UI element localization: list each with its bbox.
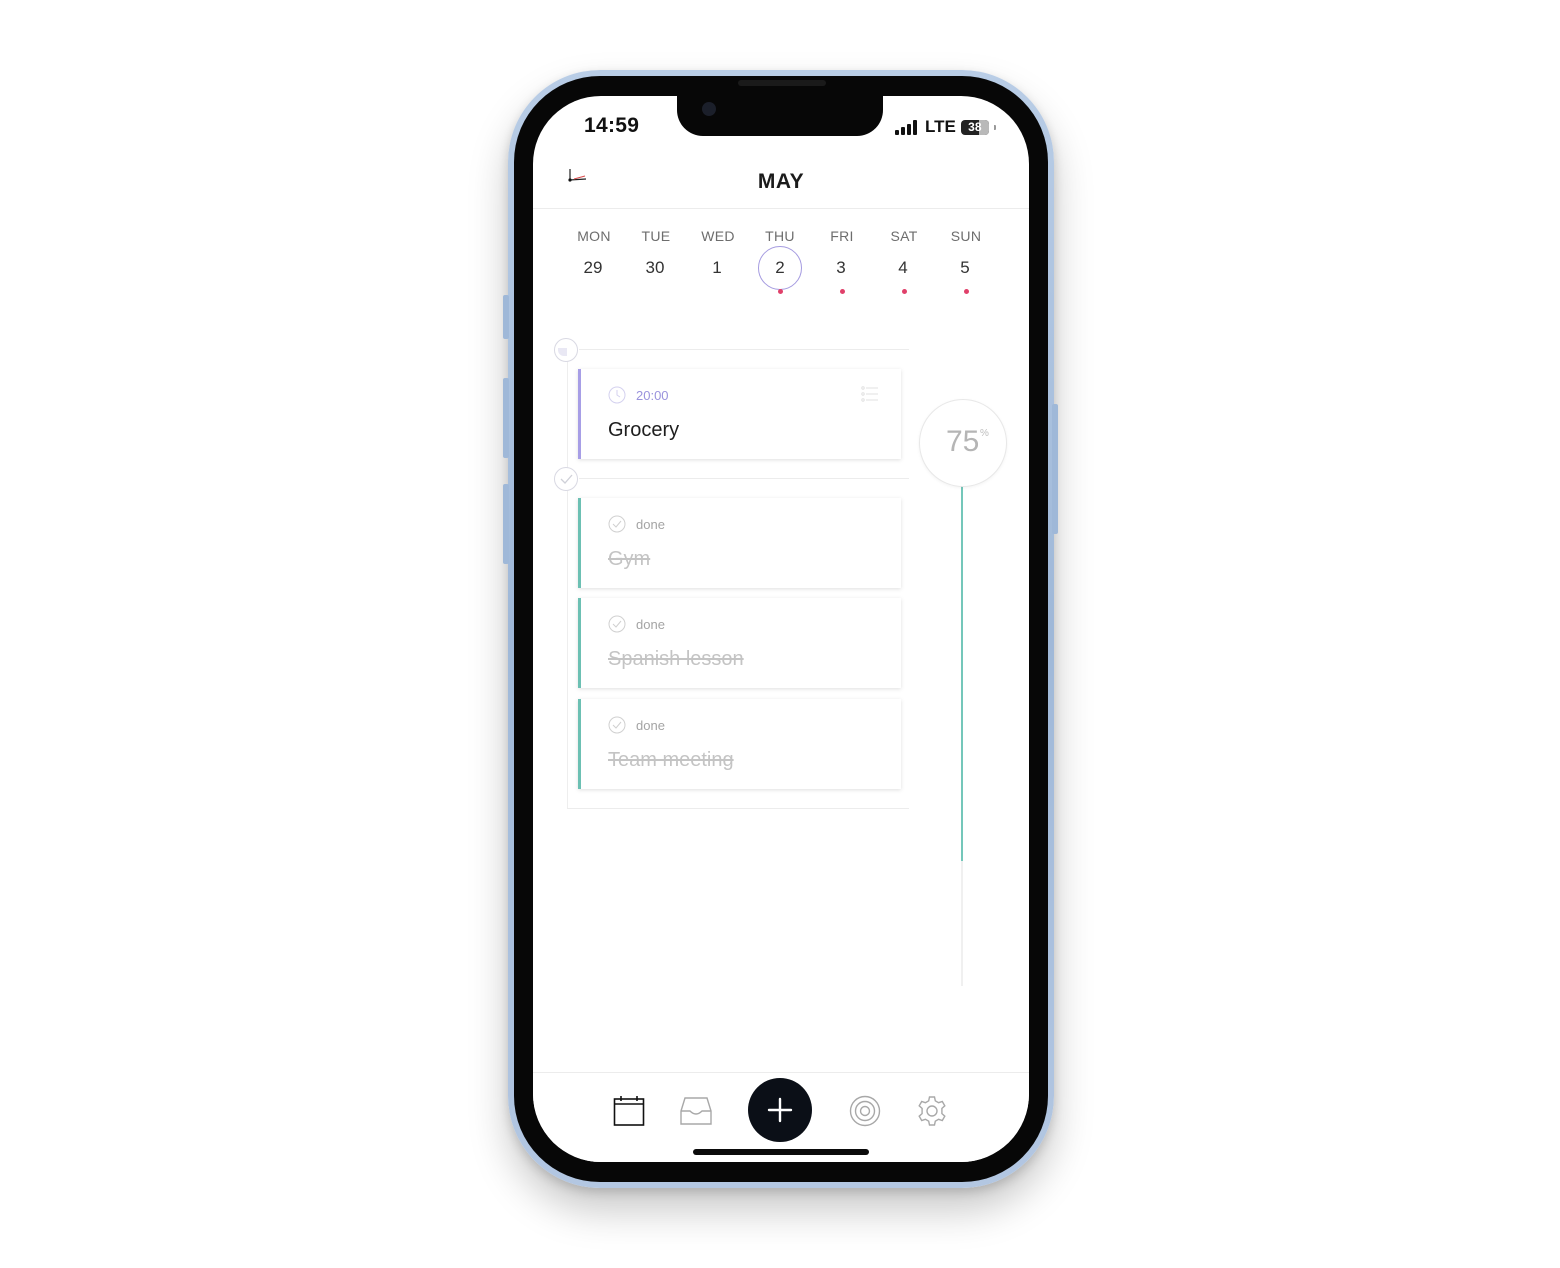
front-camera [702, 102, 716, 116]
notch [677, 96, 883, 136]
battery-level: 38 [968, 120, 982, 134]
day-number: 4 [898, 258, 908, 277]
check-circle-icon [608, 515, 626, 533]
goal-target-icon[interactable] [849, 1095, 881, 1127]
task-status: done [636, 717, 665, 733]
day-number: 30 [645, 258, 665, 277]
day-wed[interactable]: WED 1 [688, 228, 748, 277]
task-dot [778, 289, 783, 294]
done-section-divider [579, 478, 909, 479]
pending-section-divider [579, 349, 909, 350]
inbox-icon[interactable] [680, 1095, 712, 1127]
calendar-icon[interactable] [613, 1095, 645, 1127]
network-type: LTE [925, 117, 956, 136]
day-fri[interactable]: FRI 3 [812, 228, 872, 294]
day-name: MON [577, 228, 611, 244]
task-card-gym[interactable]: done Gym [578, 498, 901, 588]
battery-icon: 38 [960, 119, 989, 135]
timeline-line [567, 358, 568, 808]
signal-icon [895, 119, 917, 135]
task-title: Spanish lesson [608, 648, 744, 670]
task-dot [902, 289, 907, 294]
task-time: 20:00 [636, 387, 669, 403]
side-button-volume-down [503, 484, 509, 564]
day-name: FRI [830, 228, 854, 244]
tasks-end-divider [567, 808, 909, 809]
task-title: Team meeting [608, 749, 734, 771]
task-meta: 20:00 [608, 386, 669, 404]
progress-value: 75 [946, 425, 980, 458]
check-circle-icon [608, 716, 626, 734]
day-tue[interactable]: TUE 30 [626, 228, 686, 277]
speaker-grille [738, 80, 826, 86]
check-circle-icon [608, 615, 626, 633]
day-thu[interactable]: THU 2 [750, 228, 810, 294]
day-mon[interactable]: MON 29 [564, 228, 624, 277]
day-number-selected: 2 [758, 246, 802, 290]
day-name: SUN [950, 228, 982, 244]
task-meta: done [608, 615, 665, 633]
task-dot [840, 289, 845, 294]
status-indicators: LTE 38 [895, 116, 996, 138]
settings-gear-icon[interactable] [916, 1095, 948, 1127]
day-number: 1 [712, 258, 722, 277]
battery-tip [993, 124, 996, 130]
task-card-spanish-lesson[interactable]: done Spanish lesson [578, 598, 901, 688]
status-time: 14:59 [584, 114, 640, 137]
day-number: 5 [960, 258, 970, 277]
day-sat[interactable]: SAT 4 [874, 228, 934, 294]
phone-screen: 14:59 LTE 38 MAY MON 29 TUE 30 WED 1 THU… [533, 96, 1029, 1162]
day-name: TUE [641, 228, 671, 244]
progress-circle: 75 % [919, 399, 1007, 487]
task-title: Grocery [608, 419, 680, 441]
progress-unit: % [980, 428, 989, 439]
day-number: 3 [836, 258, 846, 277]
side-button-power [1052, 404, 1058, 534]
task-card-team-meeting[interactable]: done Team meeting [578, 699, 901, 789]
progress-fill [961, 486, 963, 861]
month-title: MAY [757, 170, 805, 193]
add-icon [767, 1097, 793, 1123]
side-button-volume-up [503, 378, 509, 458]
task-dot [964, 289, 969, 294]
checklist-icon[interactable] [861, 386, 879, 402]
task-card-grocery[interactable]: 20:00 Grocery [578, 369, 901, 459]
day-number: 29 [583, 258, 603, 277]
side-button-mute [503, 295, 509, 339]
day-name: WED [701, 228, 735, 244]
day-sun[interactable]: SUN 5 [936, 228, 996, 294]
task-status: done [636, 616, 665, 632]
task-meta: done [608, 716, 665, 734]
day-name: THU [765, 228, 795, 244]
task-status: done [636, 516, 665, 532]
done-section-check-icon [554, 467, 578, 491]
app-header: MAY [533, 156, 1029, 209]
pending-section-icon [554, 338, 578, 362]
task-title: Gym [608, 548, 651, 570]
home-indicator[interactable] [693, 1149, 869, 1155]
add-task-button[interactable] [748, 1078, 812, 1142]
task-meta: done [608, 515, 665, 533]
clock-icon [608, 386, 626, 404]
day-name: SAT [890, 228, 918, 244]
